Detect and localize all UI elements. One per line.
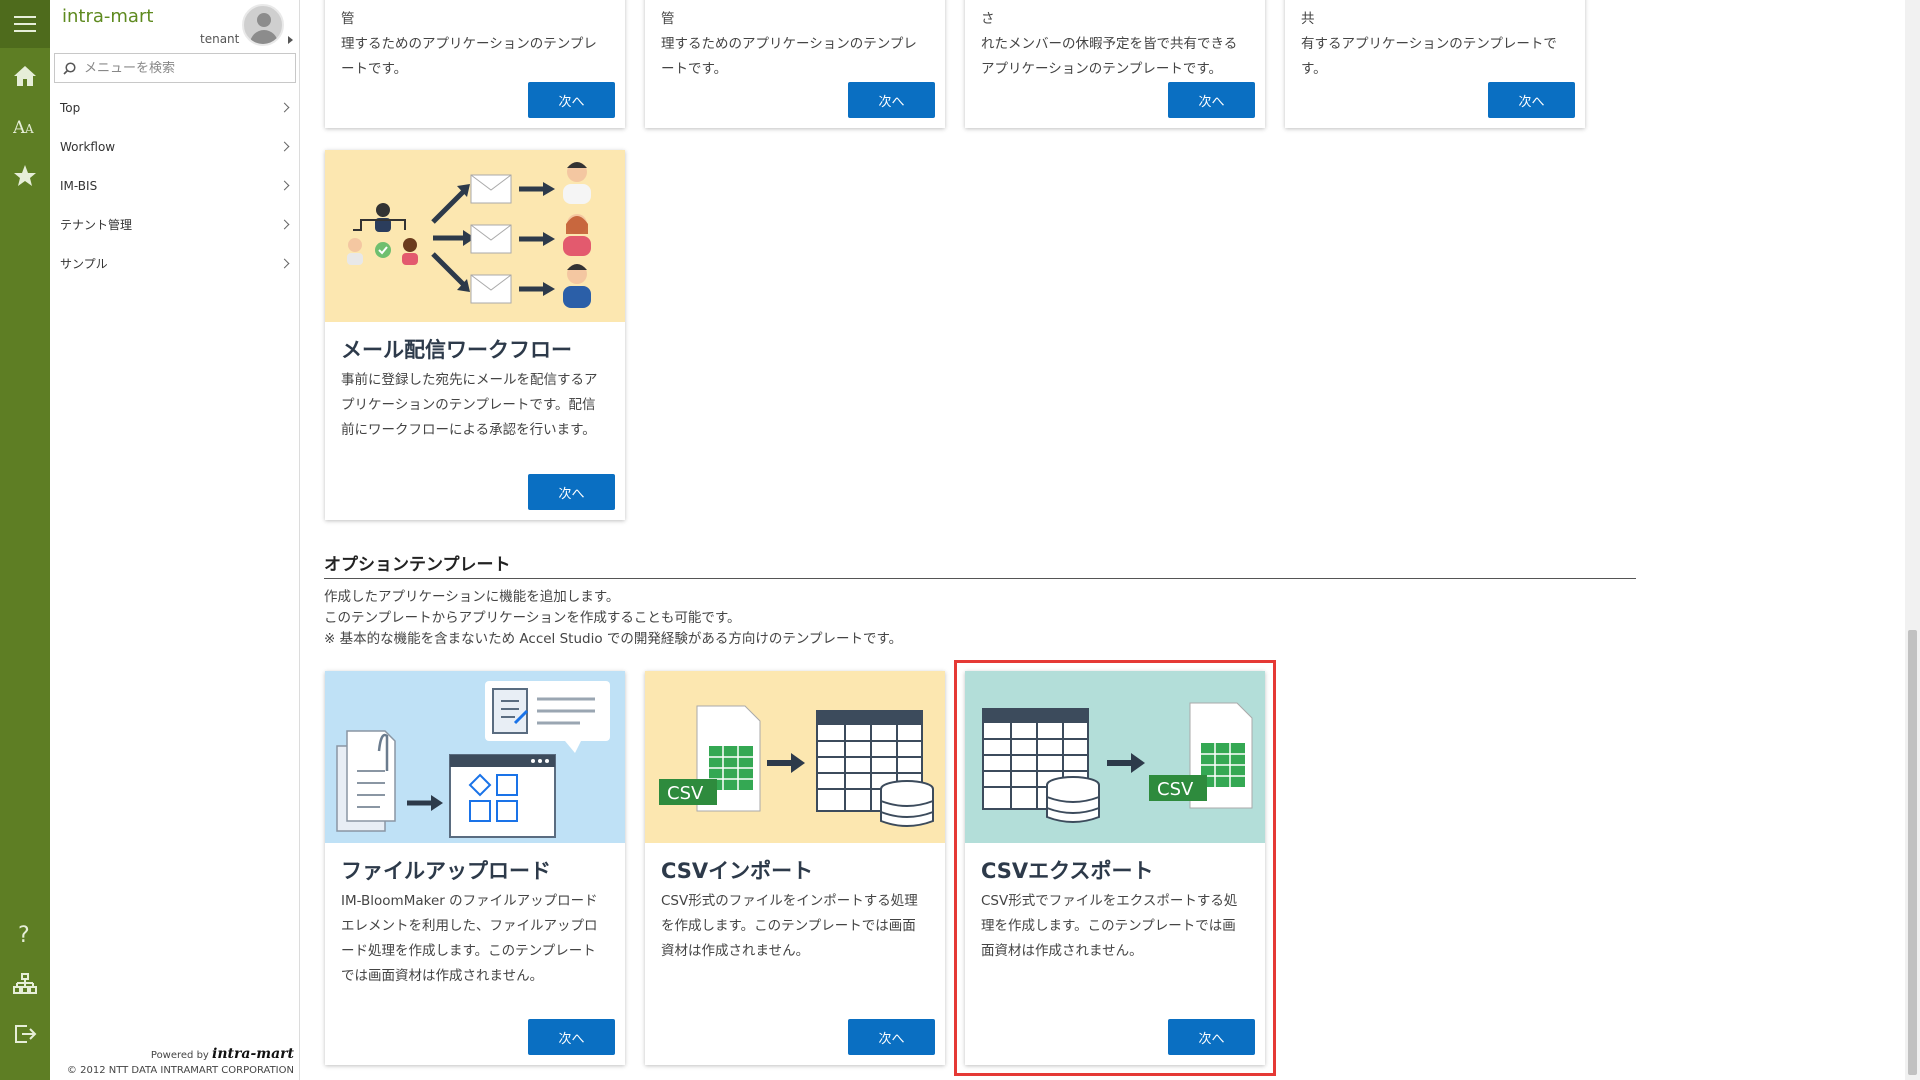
home-icon[interactable]	[0, 56, 50, 96]
card-title: メール配信ワークフロー	[341, 338, 572, 362]
sidebar-item-top[interactable]: Top	[50, 88, 300, 127]
tenant-caret-icon[interactable]	[288, 36, 293, 44]
template-card: …ワークフローで休暇申請を承認し、承認されたメンバーの休暇予定を皆で共有できるア…	[965, 0, 1265, 128]
chevron-right-icon	[279, 141, 290, 152]
section-title-option-templates: オプションテンプレート	[324, 550, 1636, 579]
font-size-icon[interactable]: AA	[0, 106, 50, 146]
powered-by: Powered by intra-mart © 2012 NTT DATA IN…	[50, 1046, 294, 1076]
menu-icon[interactable]	[0, 0, 50, 48]
file-upload-illustration	[325, 671, 625, 843]
menu-search-input[interactable]	[84, 60, 284, 76]
user-avatar[interactable]	[242, 4, 284, 46]
intra-mart-logo: intra-mart	[212, 1046, 294, 1062]
chevron-right-icon	[279, 102, 290, 113]
sidebar-item-label: サンプル	[60, 257, 108, 271]
icon-rail: AA ?	[0, 0, 50, 1080]
template-card: …社内でよくある質問とその回答を簡単に管理するためのアプリケーションのテンプレー…	[645, 0, 945, 128]
next-button[interactable]: 次へ	[528, 1019, 615, 1055]
card-description: …社内でよくある質問とその回答を簡単に管理するためのアプリケーションのテンプレー…	[661, 0, 917, 77]
sidebar-item-label: テナント管理	[60, 218, 133, 232]
card-description: …ワークフローで休暇申請を承認し、承認されたメンバーの休暇予定を皆で共有できるア…	[981, 0, 1238, 77]
sitemap-icon[interactable]	[0, 964, 50, 1004]
template-card-csv-import: CSV CSVインポート CSV形式のファイルをインポートする処理 を作成します。…	[645, 671, 945, 1065]
powered-by-label: Powered by	[150, 1050, 209, 1061]
help-icon[interactable]: ?	[0, 914, 50, 954]
sidebar-item-im-bis[interactable]: IM-BIS	[50, 166, 300, 205]
chevron-right-icon	[279, 180, 290, 191]
next-button[interactable]: 次へ	[1488, 82, 1575, 118]
card-description: …顧客情報と担当者情報を管理して簡単に管理するためのアプリケーションのテンプレー…	[341, 0, 597, 77]
card-description: 事前に登録した宛先にメールを配信するア プリケーションのテンプレートです。配信 前に…	[341, 372, 598, 438]
template-card: …顧客情報と担当者情報を管理して簡単に管理するためのアプリケーションのテンプレー…	[325, 0, 625, 128]
sidebar-item-tenant-admin[interactable]: テナント管理	[50, 205, 300, 244]
next-button[interactable]: 次へ	[848, 82, 935, 118]
template-card-mail-workflow: メール配信ワークフロー 事前に登録した宛先にメールを配信するア プリケーションのテ…	[325, 150, 625, 520]
next-button[interactable]: 次へ	[1168, 82, 1255, 118]
section-description: 作成したアプリケーションに機能を追加します。 このテンプレートからアプリケーショ…	[324, 589, 903, 647]
main-content: …顧客情報と担当者情報を管理して簡単に管理するためのアプリケーションのテンプレー…	[300, 0, 1905, 1080]
card-description: CSV形式のファイルをインポートする処理 を作成します。このテンプレートでは画面資…	[661, 893, 918, 959]
sidebar: intra-mart tenant Top Workflow IM-BIS テナ…	[50, 0, 300, 1080]
card-title: CSVインポート	[661, 859, 814, 883]
logout-icon[interactable]	[0, 1014, 50, 1054]
template-card-file-upload: ファイルアップロード IM-BloomMaker のファイルアップロード エレメン…	[325, 671, 625, 1065]
mail-workflow-illustration	[325, 150, 625, 322]
svg-text:?: ?	[18, 923, 30, 946]
sidebar-nav: Top Workflow IM-BIS テナント管理 サンプル	[50, 88, 300, 283]
page-scrollbar[interactable]	[1905, 0, 1920, 1080]
chevron-right-icon	[279, 258, 290, 269]
tenant-name[interactable]: tenant	[200, 32, 239, 46]
highlight-box	[954, 660, 1276, 1076]
sidebar-item-label: IM-BIS	[60, 178, 98, 193]
next-button[interactable]: 次へ	[528, 474, 615, 510]
menu-search-box[interactable]	[54, 53, 296, 83]
sidebar-item-label: Workflow	[60, 139, 116, 154]
copyright: © 2012 NTT DATA INTRAMART CORPORATION	[66, 1065, 294, 1076]
brand-logo[interactable]: intra-mart	[62, 6, 153, 27]
card-description: …チームメンバーのプロフィールを載せて共有するアプリケーションのテンプレートです…	[1301, 0, 1557, 77]
scrollbar-thumb[interactable]	[1908, 630, 1917, 1075]
sidebar-item-sample[interactable]: サンプル	[50, 244, 300, 283]
svg-text:A: A	[24, 122, 34, 136]
next-button[interactable]: 次へ	[528, 82, 615, 118]
favorite-star-icon[interactable]	[0, 156, 50, 196]
card-description: IM-BloomMaker のファイルアップロード エレメントを利用した、ファイル…	[341, 893, 598, 984]
search-icon	[63, 61, 76, 75]
sidebar-item-label: Top	[60, 100, 81, 115]
template-card: …チームメンバーのプロフィールを載せて共有するアプリケーションのテンプレートです…	[1285, 0, 1585, 128]
sidebar-item-workflow[interactable]: Workflow	[50, 127, 300, 166]
svg-text:CSV: CSV	[667, 783, 704, 804]
envelope-icon	[470, 174, 512, 204]
next-button[interactable]: 次へ	[848, 1019, 935, 1055]
csv-import-illustration: CSV	[645, 671, 945, 843]
card-title: ファイルアップロード	[341, 859, 551, 883]
chevron-right-icon	[279, 219, 290, 230]
